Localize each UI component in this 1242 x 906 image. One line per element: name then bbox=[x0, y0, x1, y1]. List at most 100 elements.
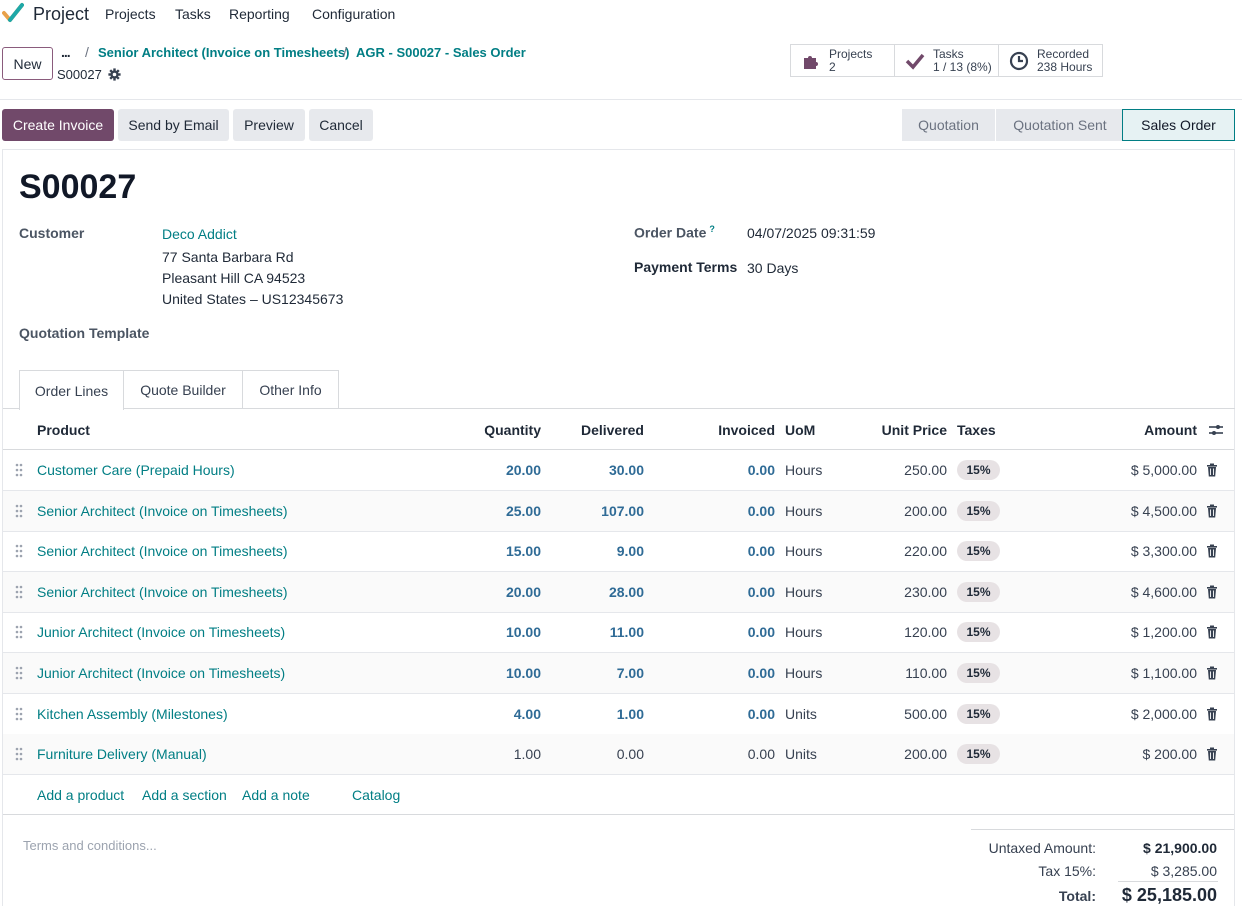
col-taxes[interactable]: Taxes bbox=[957, 422, 996, 438]
delivered-cell[interactable]: 9.00 bbox=[553, 543, 644, 559]
product-cell[interactable]: Furniture Delivery (Manual) bbox=[37, 746, 207, 762]
uom-cell[interactable]: Units bbox=[785, 706, 817, 722]
trash-icon[interactable] bbox=[1206, 463, 1218, 477]
tax-badge[interactable]: 15% bbox=[957, 500, 1000, 521]
delivered-cell[interactable]: 107.00 bbox=[553, 503, 644, 519]
quantity-cell[interactable]: 25.00 bbox=[443, 503, 541, 519]
breadcrumb-item-sales-order[interactable]: AGR - S00027 - Sales Order bbox=[356, 45, 526, 60]
status-sales-order[interactable]: Sales Order bbox=[1122, 109, 1235, 141]
uom-cell[interactable]: Hours bbox=[785, 665, 822, 681]
drag-handle-icon[interactable] bbox=[15, 463, 23, 477]
delivered-cell[interactable]: 28.00 bbox=[553, 584, 644, 600]
unit-price-cell[interactable]: 200.00 bbox=[853, 503, 947, 519]
tab-order-lines[interactable]: Order Lines bbox=[19, 370, 124, 410]
terms-input[interactable]: Terms and conditions... bbox=[23, 838, 157, 853]
product-cell[interactable]: Kitchen Assembly (Milestones) bbox=[37, 706, 228, 722]
quantity-cell[interactable]: 1.00 bbox=[443, 746, 541, 762]
new-button[interactable]: New bbox=[2, 47, 53, 80]
delivered-cell[interactable]: 11.00 bbox=[553, 624, 644, 640]
table-row[interactable]: Junior Architect (Invoice on Timesheets)… bbox=[3, 653, 1234, 694]
menu-configuration[interactable]: Configuration bbox=[312, 6, 395, 22]
create-invoice-button[interactable]: Create Invoice bbox=[2, 109, 114, 141]
status-quotation[interactable]: Quotation bbox=[902, 109, 995, 141]
breadcrumb-more[interactable]: ... bbox=[61, 44, 71, 60]
trash-icon[interactable] bbox=[1206, 504, 1218, 518]
table-row[interactable]: Junior Architect (Invoice on Timesheets)… bbox=[3, 612, 1234, 654]
smart-button-recorded[interactable]: Recorded 238 Hours bbox=[998, 44, 1103, 77]
product-cell[interactable]: Customer Care (Prepaid Hours) bbox=[37, 462, 235, 478]
unit-price-cell[interactable]: 200.00 bbox=[853, 746, 947, 762]
breadcrumb-item-task[interactable]: Senior Architect (Invoice on Timesheets) bbox=[98, 45, 349, 60]
delivered-cell[interactable]: 0.00 bbox=[553, 746, 644, 762]
quantity-cell[interactable]: 20.00 bbox=[443, 462, 541, 478]
quantity-cell[interactable]: 20.00 bbox=[443, 584, 541, 600]
col-delivered[interactable]: Delivered bbox=[553, 422, 644, 438]
product-cell[interactable]: Junior Architect (Invoice on Timesheets) bbox=[37, 624, 285, 640]
send-by-email-button[interactable]: Send by Email bbox=[118, 109, 229, 141]
uom-cell[interactable]: Hours bbox=[785, 503, 822, 519]
trash-icon[interactable] bbox=[1206, 625, 1218, 639]
status-quotation-sent[interactable]: Quotation Sent bbox=[996, 109, 1124, 141]
menu-tasks[interactable]: Tasks bbox=[175, 6, 211, 22]
quantity-cell[interactable]: 15.00 bbox=[443, 543, 541, 559]
tax-badge[interactable]: 15% bbox=[957, 663, 1000, 683]
drag-handle-icon[interactable] bbox=[15, 625, 23, 639]
customer-link[interactable]: Deco Addict bbox=[162, 226, 237, 242]
product-cell[interactable]: Senior Architect (Invoice on Timesheets) bbox=[37, 543, 288, 559]
uom-cell[interactable]: Hours bbox=[785, 462, 822, 478]
add-note-link[interactable]: Add a note bbox=[242, 787, 310, 803]
trash-icon[interactable] bbox=[1206, 585, 1218, 599]
delivered-cell[interactable]: 30.00 bbox=[553, 462, 644, 478]
drag-handle-icon[interactable] bbox=[15, 747, 23, 761]
drag-handle-icon[interactable] bbox=[15, 707, 23, 721]
delivered-cell[interactable]: 7.00 bbox=[553, 665, 644, 681]
product-cell[interactable]: Senior Architect (Invoice on Timesheets) bbox=[37, 584, 288, 600]
drag-handle-icon[interactable] bbox=[15, 544, 23, 558]
smart-button-tasks[interactable]: Tasks 1 / 13 (8%) bbox=[894, 44, 999, 77]
menu-reporting[interactable]: Reporting bbox=[229, 6, 290, 22]
col-product[interactable]: Product bbox=[37, 422, 90, 438]
table-row[interactable]: Customer Care (Prepaid Hours) 20.00 30.00 0… bbox=[3, 450, 1234, 491]
table-row[interactable]: Kitchen Assembly (Milestones) 4.00 1.00 0.0… bbox=[3, 694, 1234, 735]
quantity-cell[interactable]: 10.00 bbox=[443, 665, 541, 681]
preview-button[interactable]: Preview bbox=[233, 109, 305, 141]
drag-handle-icon[interactable] bbox=[15, 585, 23, 599]
unit-price-cell[interactable]: 220.00 bbox=[853, 543, 947, 559]
delivered-cell[interactable]: 1.00 bbox=[553, 706, 644, 722]
add-section-link[interactable]: Add a section bbox=[142, 787, 227, 803]
tax-badge[interactable]: 15% bbox=[957, 581, 1000, 602]
tax-badge[interactable]: 15% bbox=[957, 622, 1000, 643]
trash-icon[interactable] bbox=[1206, 666, 1218, 680]
table-row[interactable]: Furniture Delivery (Manual) 1.00 0.00 0.00 U… bbox=[3, 734, 1234, 776]
app-name[interactable]: Project bbox=[33, 4, 89, 25]
product-cell[interactable]: Senior Architect (Invoice on Timesheets) bbox=[37, 503, 288, 519]
table-row[interactable]: Senior Architect (Invoice on Timesheets)… bbox=[3, 571, 1234, 613]
help-icon[interactable]: ? bbox=[709, 224, 715, 234]
col-invoiced[interactable]: Invoiced bbox=[683, 422, 775, 438]
project-app-icon[interactable] bbox=[2, 2, 24, 24]
table-row[interactable]: Senior Architect (Invoice on Timesheets)… bbox=[3, 490, 1234, 532]
quantity-cell[interactable]: 10.00 bbox=[443, 624, 541, 640]
unit-price-cell[interactable]: 110.00 bbox=[853, 665, 947, 681]
product-cell[interactable]: Junior Architect (Invoice on Timesheets) bbox=[37, 665, 285, 681]
tab-quote-builder[interactable]: Quote Builder bbox=[123, 370, 243, 409]
col-unit-price[interactable]: Unit Price bbox=[853, 422, 947, 438]
uom-cell[interactable]: Hours bbox=[785, 543, 822, 559]
smart-button-projects[interactable]: Projects 2 bbox=[790, 44, 895, 77]
column-settings-icon[interactable] bbox=[1209, 423, 1223, 437]
drag-handle-icon[interactable] bbox=[15, 504, 23, 518]
add-product-link[interactable]: Add a product bbox=[37, 787, 124, 803]
tax-badge[interactable]: 15% bbox=[957, 460, 1000, 480]
uom-cell[interactable]: Hours bbox=[785, 584, 822, 600]
col-quantity[interactable]: Quantity bbox=[443, 422, 541, 438]
tax-badge[interactable]: 15% bbox=[957, 744, 1000, 765]
unit-price-cell[interactable]: 500.00 bbox=[853, 706, 947, 722]
unit-price-cell[interactable]: 250.00 bbox=[853, 462, 947, 478]
payment-terms-value[interactable]: 30 Days bbox=[747, 260, 798, 276]
trash-icon[interactable] bbox=[1206, 544, 1218, 558]
quantity-cell[interactable]: 4.00 bbox=[443, 706, 541, 722]
table-row[interactable]: Senior Architect (Invoice on Timesheets)… bbox=[3, 531, 1234, 573]
trash-icon[interactable] bbox=[1206, 747, 1218, 761]
drag-handle-icon[interactable] bbox=[15, 666, 23, 680]
uom-cell[interactable]: Units bbox=[785, 746, 817, 762]
